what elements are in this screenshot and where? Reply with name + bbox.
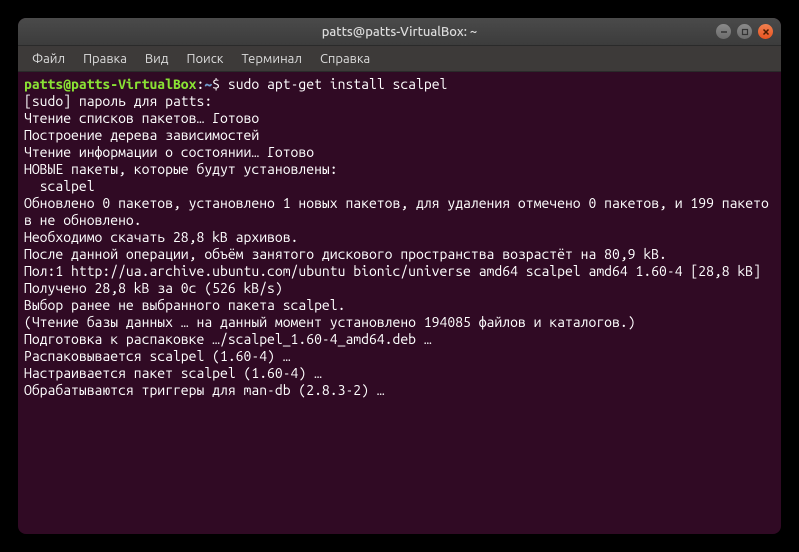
prompt-path: ~ bbox=[204, 76, 212, 92]
minimize-button[interactable] bbox=[716, 24, 731, 39]
output-line: Подготовка к распаковке …/scalpel_1.60-4… bbox=[24, 331, 432, 347]
output-line: Чтение информации о состоянии… Готово bbox=[24, 144, 314, 160]
output-line: (Чтение базы данных … на данный момент у… bbox=[24, 314, 636, 330]
maximize-button[interactable] bbox=[737, 24, 752, 39]
output-line: Обновлено 0 пакетов, установлено 1 новых… bbox=[24, 195, 769, 228]
command-text: sudo apt-get install scalpel bbox=[228, 76, 448, 92]
menu-search[interactable]: Поиск bbox=[178, 49, 231, 69]
output-line: scalpel bbox=[24, 178, 95, 194]
terminal-body[interactable]: patts@patts-VirtualBox:~$ sudo apt-get i… bbox=[18, 72, 781, 534]
window-title: patts@patts-VirtualBox: ~ bbox=[322, 25, 478, 39]
output-line: Обрабатываются триггеры для man-db (2.8.… bbox=[24, 382, 385, 398]
output-line: Построение дерева зависимостей bbox=[24, 127, 259, 143]
menu-help[interactable]: Справка bbox=[312, 49, 378, 69]
menu-file[interactable]: Файл bbox=[24, 49, 73, 69]
output-line: Выбор ранее не выбранного пакета scalpel… bbox=[24, 297, 345, 313]
output-line: Распаковывается scalpel (1.60-4) … bbox=[24, 348, 291, 364]
prompt-user-host: patts@patts-VirtualBox bbox=[24, 76, 196, 92]
output-line: Пол:1 http://ua.archive.ubuntu.com/ubunt… bbox=[24, 263, 761, 279]
output-line: После данной операции, объём занятого ди… bbox=[24, 246, 667, 262]
output-line: Необходимо скачать 28,8 kB архивов. bbox=[24, 229, 298, 245]
menu-edit[interactable]: Правка bbox=[75, 49, 135, 69]
minimize-icon bbox=[720, 28, 728, 36]
close-button[interactable] bbox=[758, 24, 773, 39]
prompt-sigil: $ bbox=[212, 76, 220, 92]
menu-view[interactable]: Вид bbox=[137, 49, 177, 69]
close-icon bbox=[762, 28, 770, 36]
titlebar: patts@patts-VirtualBox: ~ bbox=[18, 18, 781, 46]
output-line: Настраивается пакет scalpel (1.60-4) … bbox=[24, 365, 322, 381]
terminal-window: patts@patts-VirtualBox: ~ Файл Правка Ви… bbox=[18, 18, 781, 534]
output-line: Чтение списков пакетов… Готово bbox=[24, 110, 259, 126]
menu-terminal[interactable]: Терминал bbox=[233, 49, 309, 69]
output-line: [sudo] пароль для patts: bbox=[24, 93, 212, 109]
output-line: Получено 28,8 kB за 0с (526 kB/s) bbox=[24, 280, 283, 296]
output-line: НОВЫЕ пакеты, которые будут установлены: bbox=[24, 161, 338, 177]
window-controls bbox=[716, 24, 773, 39]
menubar: Файл Правка Вид Поиск Терминал Справка bbox=[18, 46, 781, 72]
maximize-icon bbox=[741, 28, 749, 36]
